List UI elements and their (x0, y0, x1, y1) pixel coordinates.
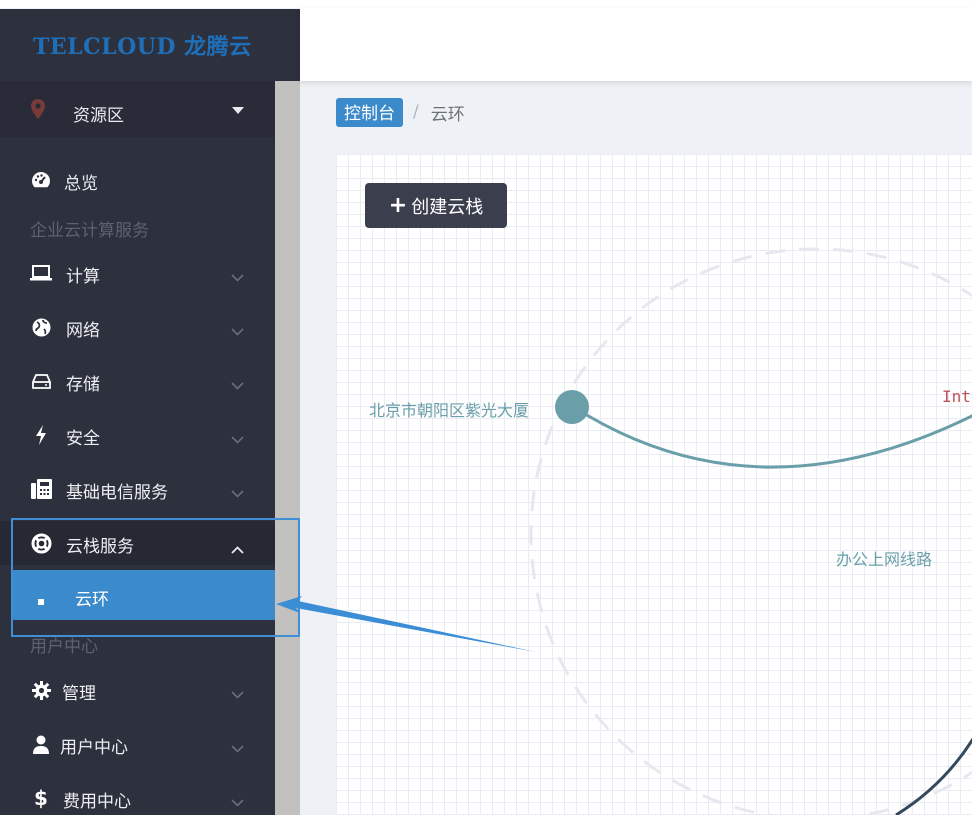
fax-icon (30, 478, 52, 500)
dollar-icon: $ (30, 787, 52, 809)
chevron-down-icon (231, 738, 244, 758)
annotation-highlight-box (11, 518, 300, 637)
chevron-down-icon (231, 483, 244, 503)
chevron-down-icon (231, 684, 244, 704)
user-icon (30, 733, 52, 755)
chevron-down-icon (231, 321, 244, 341)
dashboard-icon (30, 169, 52, 191)
sidebar-item-user-center[interactable]: 用户中心 (0, 722, 275, 766)
topology-canvas[interactable]: + 创建云栈 北京市朝阳区紫光大厦 办公上网线路 Inte (336, 154, 972, 815)
region-selector[interactable]: 资源区 (0, 81, 275, 137)
sidebar-item-label: 基础电信服务 (66, 483, 168, 503)
region-label: 资源区 (73, 106, 124, 126)
gear-icon (30, 679, 52, 701)
breadcrumb: 控制台 / 云环 (336, 97, 465, 127)
section-enterprise: 企业云计算服务 (30, 221, 149, 241)
top-strip (0, 0, 972, 8)
breadcrumb-home[interactable]: 控制台 (336, 97, 403, 127)
bolt-icon (30, 424, 52, 446)
node-label[interactable]: 北京市朝阳区紫光大厦 (369, 397, 529, 421)
breadcrumb-separator: / (413, 102, 419, 122)
create-stack-label: 创建云栈 (411, 196, 484, 218)
sidebar-item-label: 存储 (66, 375, 100, 395)
internet-label[interactable]: Inte (942, 387, 972, 406)
map-pin-icon (31, 99, 45, 123)
sidebar-item-billing[interactable]: $ 费用中心 (0, 776, 275, 815)
brand-logo[interactable]: TELCLOUD 龙腾云 (0, 9, 300, 81)
chevron-down-icon (231, 267, 244, 287)
laptop-icon (30, 262, 52, 284)
chevron-down-icon (231, 429, 244, 449)
sidebar-item-label: 网络 (66, 321, 100, 341)
chevron-down-icon (231, 375, 244, 395)
sidebar-item-compute[interactable]: 计算 (0, 251, 275, 295)
sidebar-nav: 资源区 总览 企业云计算服务 计算 网络 存储 安全 基础电信服务 云栈服务 用… (0, 81, 275, 815)
site-node[interactable] (555, 390, 589, 424)
sidebar-item-overview[interactable]: 总览 (0, 158, 275, 202)
globe-icon (30, 316, 52, 338)
sidebar-item-label: 计算 (66, 267, 100, 287)
sidebar-scrollbar[interactable] (275, 81, 300, 815)
sidebar-item-label: 总览 (64, 174, 98, 194)
sidebar-item-network[interactable]: 网络 (0, 305, 275, 349)
topology-graph (529, 247, 972, 815)
link-label[interactable]: 办公上网线路 (836, 546, 932, 570)
sidebar-item-label: 管理 (62, 684, 96, 704)
link-line (571, 404, 972, 469)
sidebar-item-security[interactable]: 安全 (0, 413, 275, 457)
caret-down-icon (232, 107, 244, 114)
sidebar-item-storage[interactable]: 存储 (0, 359, 275, 403)
sidebar-item-label: 用户中心 (60, 738, 128, 758)
breadcrumb-current: 云环 (430, 104, 465, 125)
sidebar-item-telecom[interactable]: 基础电信服务 (0, 467, 275, 511)
svg-text:$: $ (34, 787, 48, 809)
dashed-ring (529, 247, 972, 815)
hdd-icon (30, 370, 52, 392)
sidebar-item-manage[interactable]: 管理 (0, 668, 275, 712)
sidebar-item-label: 安全 (66, 429, 100, 449)
create-stack-button[interactable]: + 创建云栈 (365, 183, 507, 228)
sidebar-item-label: 费用中心 (63, 792, 131, 812)
topbar (300, 8, 972, 81)
plus-icon: + (388, 192, 408, 218)
chevron-down-icon (231, 792, 244, 812)
